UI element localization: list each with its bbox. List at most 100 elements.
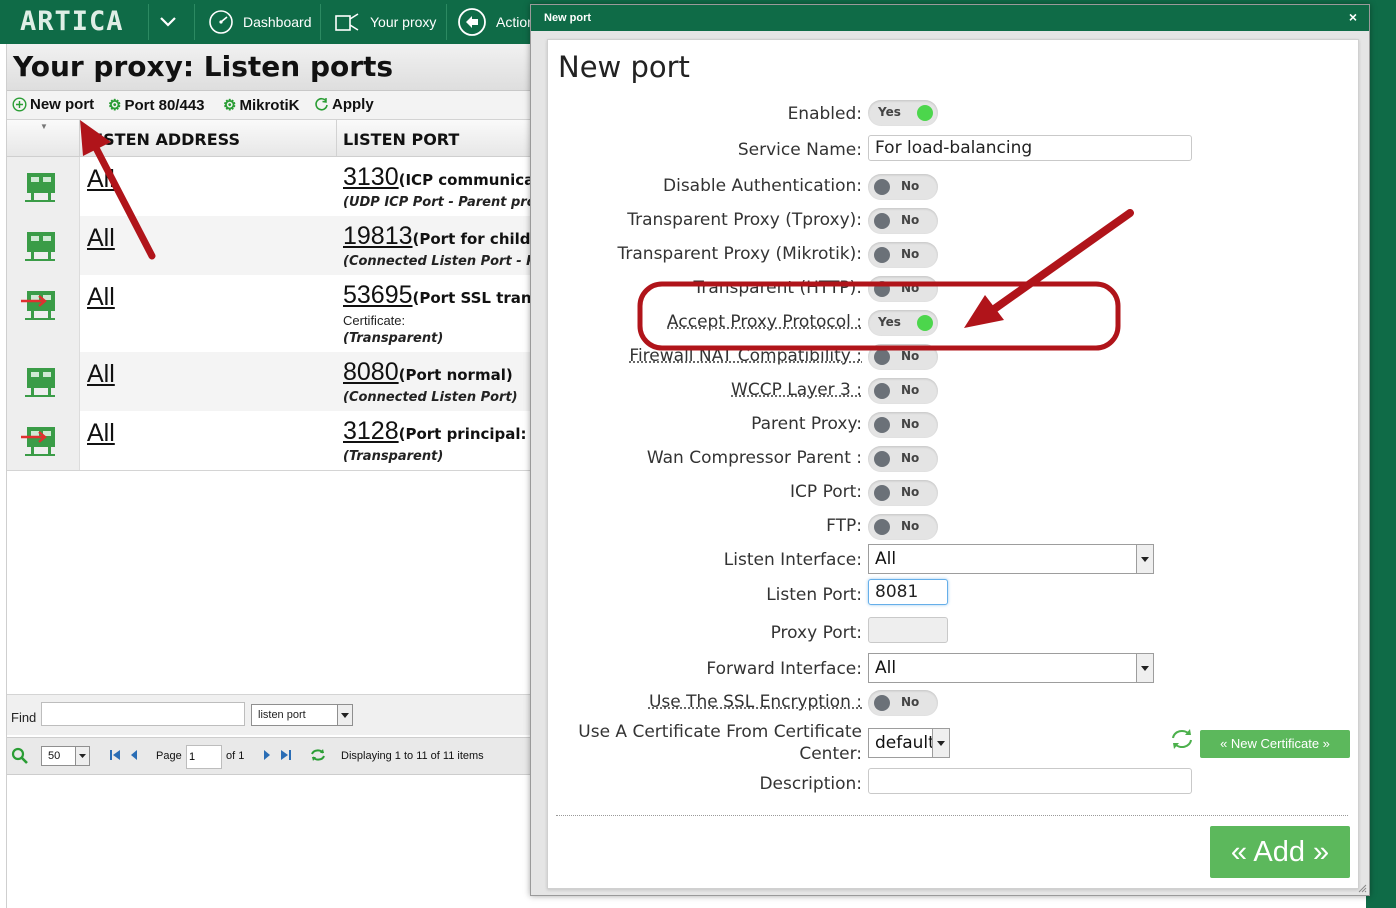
- toggle-knob: [874, 485, 890, 501]
- listen-port-link[interactable]: 3128: [343, 417, 399, 445]
- port-80-443-button[interactable]: ⚙ Port 80/443: [108, 96, 205, 115]
- column-header-listen-port[interactable]: LISTEN PORT: [343, 130, 459, 149]
- certificate-value: default: [875, 733, 935, 753]
- row-icon-cell: [7, 275, 80, 352]
- listen-port-link[interactable]: 19813: [343, 222, 413, 250]
- forward-interface-value: All: [875, 658, 897, 678]
- refresh-certificates-icon[interactable]: [1170, 728, 1194, 750]
- reload-icon[interactable]: [310, 748, 326, 762]
- artica-logo[interactable]: ARTICA: [20, 6, 124, 37]
- listen-address-link[interactable]: All: [87, 165, 115, 194]
- last-page-icon[interactable]: [280, 749, 292, 761]
- listen-address-link[interactable]: All: [87, 419, 115, 448]
- mikrotik-transparent-toggle[interactable]: No: [868, 242, 938, 268]
- nav-dashboard-label: Dashboard: [243, 14, 312, 30]
- dialog-titlebar[interactable]: New port ×: [531, 5, 1369, 31]
- ftp-label: FTP:: [826, 516, 862, 536]
- description-input[interactable]: [868, 768, 1192, 794]
- grid-header: ▼ LISTEN ADDRESS LISTEN PORT: [7, 120, 531, 157]
- page-size-select[interactable]: 50: [41, 746, 90, 766]
- listen-port-label: Listen Port:: [766, 585, 862, 605]
- pager-status: Displaying 1 to 11 of 11 items: [341, 750, 484, 762]
- form-divider: [556, 815, 1348, 816]
- page-number-input[interactable]: [186, 745, 222, 769]
- gears-icon: ⚙: [108, 97, 122, 114]
- new-port-dialog: New port × New port Enabled: Yes Service…: [530, 4, 1370, 896]
- nav-separator: [148, 4, 149, 40]
- page-title-bar: Your proxy: Listen ports: [7, 44, 531, 91]
- dropdown-arrow-icon: [75, 747, 89, 765]
- parent-proxy-toggle[interactable]: No: [868, 412, 938, 438]
- table-row[interactable]: All 8080(Port normal) (Connected Listen …: [7, 352, 531, 411]
- add-button[interactable]: « Add »: [1210, 826, 1350, 878]
- listen-port-input[interactable]: 8081: [868, 579, 948, 605]
- find-field-select[interactable]: listen port: [251, 704, 353, 726]
- new-port-form: New port Enabled: Yes Service Name: For …: [547, 39, 1359, 889]
- first-page-icon[interactable]: [109, 749, 121, 761]
- transparent-http-toggle[interactable]: No: [868, 276, 938, 302]
- nav-your-proxy-label: Your proxy: [370, 14, 437, 30]
- mikrotik-label: MikrotiK: [239, 96, 300, 114]
- wan-compressor-toggle[interactable]: No: [868, 446, 938, 472]
- port-subtitle: (Transparent): [343, 449, 444, 464]
- forward-interface-select[interactable]: All: [868, 653, 1154, 683]
- wccp-toggle[interactable]: No: [868, 378, 938, 404]
- ssl-encryption-label: Use The SSL Encryption :: [648, 692, 862, 712]
- find-input[interactable]: [41, 702, 245, 726]
- listen-address-link[interactable]: All: [87, 224, 115, 253]
- table-row[interactable]: All 3128(Port principal: M (Transparent): [7, 411, 547, 471]
- toggle-state: No: [901, 247, 920, 261]
- nav-your-proxy[interactable]: Your proxy: [333, 0, 436, 44]
- column-header-listen-address[interactable]: LISTEN ADDRESS: [87, 130, 240, 149]
- toggle-state: No: [901, 213, 920, 227]
- search-icon[interactable]: [11, 747, 29, 765]
- network-card-icon: [25, 368, 55, 397]
- mikrotik-button[interactable]: ⚙ MikrotiK: [223, 96, 300, 115]
- mikrotik-transparent-label: Transparent Proxy (Mikrotik):: [617, 244, 863, 264]
- enabled-toggle[interactable]: Yes: [868, 100, 938, 126]
- new-certificate-button[interactable]: « New Certificate »: [1200, 730, 1350, 758]
- proxy-port-input[interactable]: [868, 617, 948, 643]
- transparent-http-label: Transparent (HTTP):: [693, 278, 862, 298]
- close-icon[interactable]: ×: [1349, 9, 1357, 25]
- chevron-down-icon: [160, 17, 176, 27]
- table-row[interactable]: All 3130(ICP communication (UDP ICP Port…: [7, 157, 568, 216]
- icp-port-toggle[interactable]: No: [868, 480, 938, 506]
- proxy-port-label: Proxy Port:: [770, 623, 862, 643]
- disable-authentication-toggle[interactable]: No: [868, 174, 938, 200]
- service-name-input[interactable]: For load-balancing: [868, 135, 1192, 161]
- table-row[interactable]: All 19813(Port for childs (Connected Lis…: [7, 216, 574, 275]
- certificate-select[interactable]: default: [868, 728, 950, 758]
- nav-dashboard[interactable]: Dashboard: [208, 0, 312, 44]
- sort-indicator-icon[interactable]: ▼: [40, 122, 48, 131]
- accept-proxy-protocol-toggle[interactable]: Yes: [868, 310, 938, 336]
- nav-menu-toggle[interactable]: [158, 0, 187, 44]
- toggle-state: No: [901, 349, 920, 363]
- apply-button[interactable]: Apply: [314, 96, 374, 113]
- new-port-button[interactable]: New port: [12, 96, 94, 113]
- listen-port-link[interactable]: 53695: [343, 281, 413, 309]
- column-divider: [79, 120, 80, 156]
- listen-address-link[interactable]: All: [87, 283, 115, 312]
- tproxy-toggle[interactable]: No: [868, 208, 938, 234]
- proxy-icon: [335, 13, 359, 31]
- toggle-knob: [874, 519, 890, 535]
- find-label: Find: [11, 710, 37, 725]
- listen-port-link[interactable]: 3130: [343, 163, 399, 191]
- previous-page-icon[interactable]: [129, 749, 139, 761]
- row-icon-cell: [7, 411, 80, 470]
- next-page-icon[interactable]: [262, 749, 272, 761]
- listen-port-link[interactable]: 8080: [343, 358, 399, 386]
- resize-handle-icon[interactable]: [1357, 883, 1367, 893]
- listen-interface-select[interactable]: All: [868, 544, 1154, 574]
- ssl-encryption-toggle[interactable]: No: [868, 690, 938, 716]
- listen-port-cell: 19813(Port for childs: [343, 222, 539, 251]
- listen-port-cell: 8080(Port normal): [343, 358, 513, 387]
- certificate-label: Use A Certificate From Certificate Cente…: [578, 721, 862, 765]
- ftp-toggle[interactable]: No: [868, 514, 938, 540]
- firewall-nat-toggle[interactable]: No: [868, 344, 938, 370]
- table-row[interactable]: All 53695(Port SSL transparent Certifica…: [7, 275, 597, 352]
- listen-address-link[interactable]: All: [87, 360, 115, 389]
- port-description: (Port normal): [398, 366, 513, 384]
- port-80-443-label: Port 80/443: [124, 96, 205, 114]
